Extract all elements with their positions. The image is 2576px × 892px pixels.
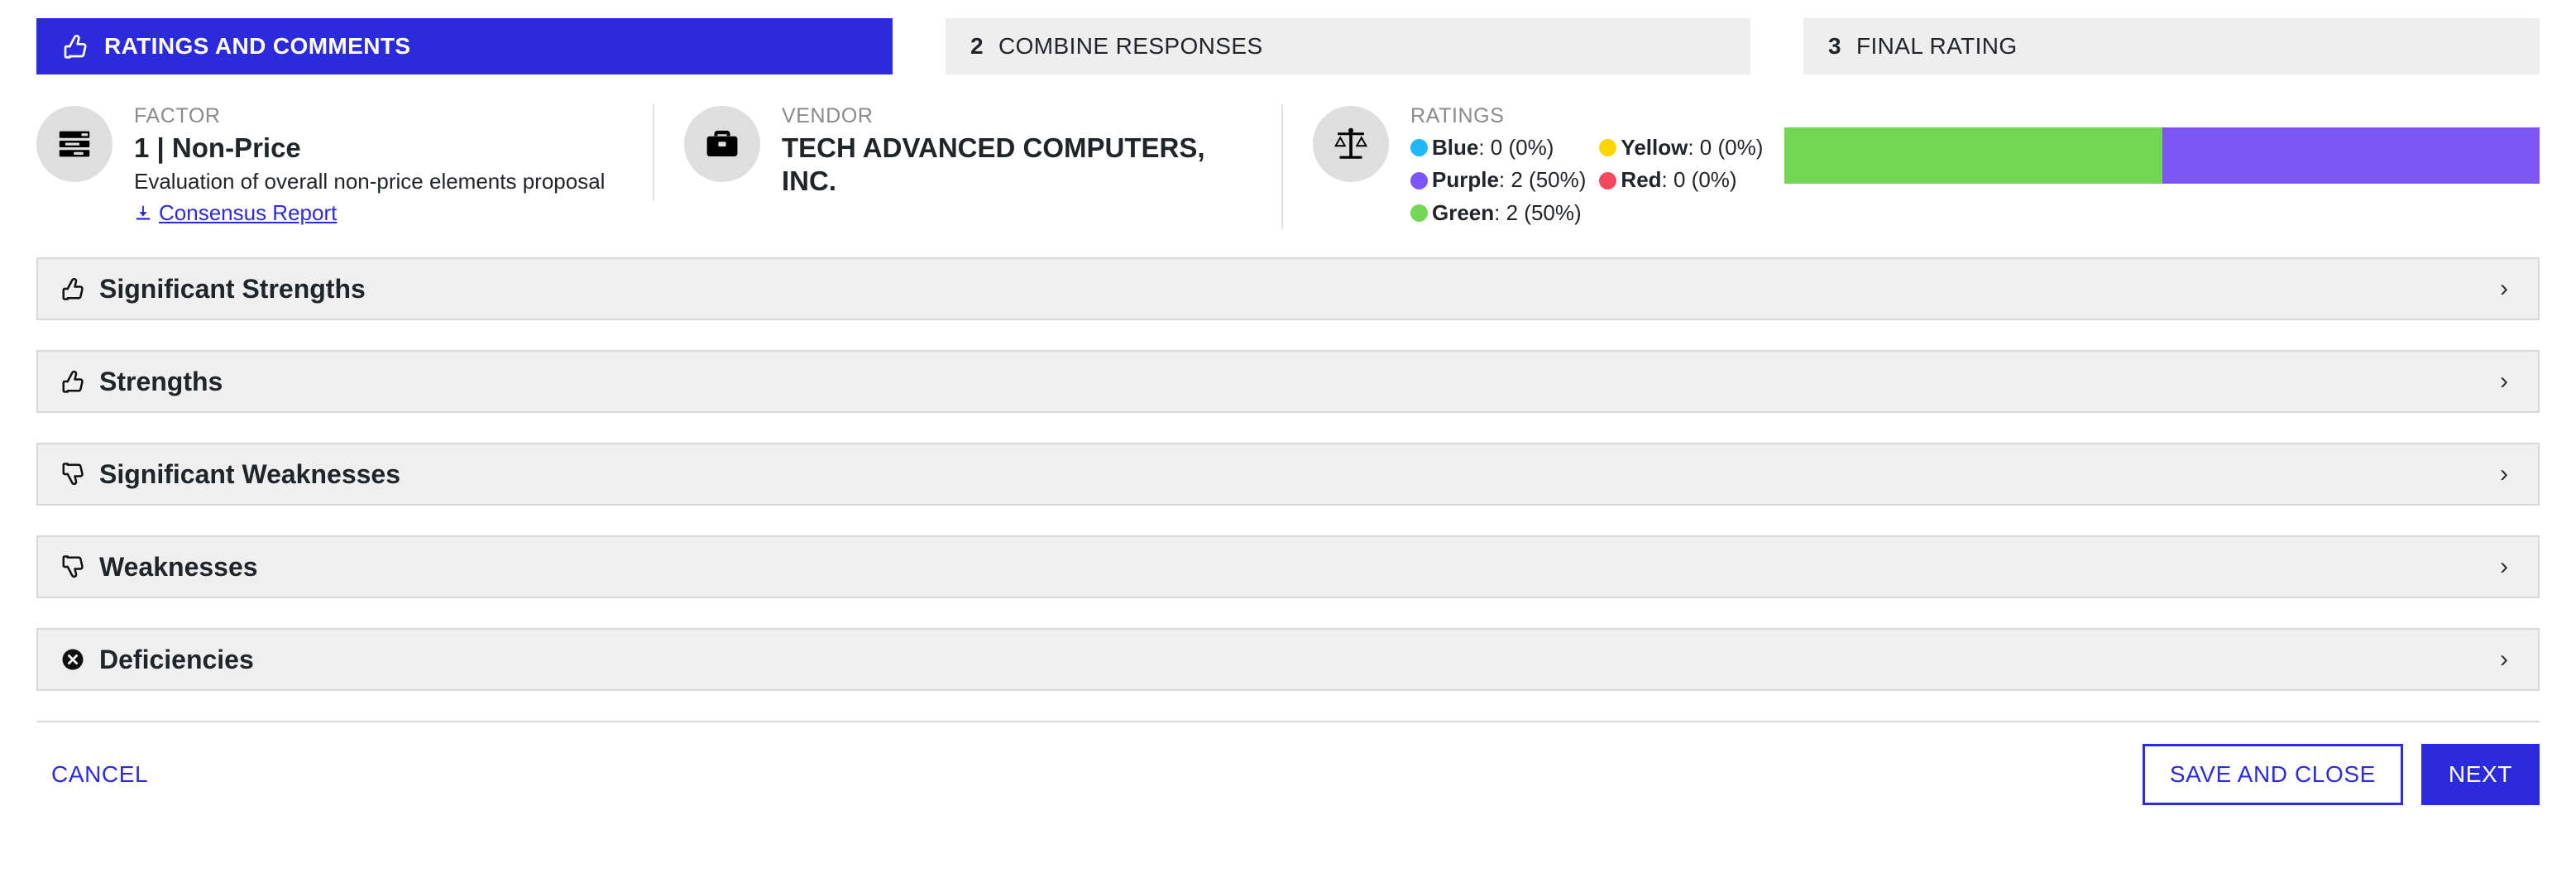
factor-block: FACTOR 1 | Non-Price Evaluation of overa…: [36, 104, 653, 226]
legend-item-green: Green: 2 (50%): [1410, 197, 1586, 230]
legend-label: Purple: [1432, 167, 1499, 193]
tab-number: 3: [1828, 33, 1841, 59]
vendor-block: VENDOR TECH ADVANCED COMPUTERS, INC.: [653, 104, 1281, 202]
ratings-legend-column-2: Yellow: 0 (0%) Red: 0 (0%): [1599, 132, 1763, 230]
ratings-block: RATINGS Blue: 0 (0%) Purple: 2 (50%) Gre…: [1281, 104, 2540, 230]
footer-primary-actions: Save and Close Next: [2142, 744, 2540, 806]
accordion-label: Deficiencies: [99, 645, 254, 675]
legend-value: 2 (50%): [1506, 199, 1582, 225]
chevron-right-icon[interactable]: ›: [2492, 276, 2516, 301]
chevron-right-icon[interactable]: ›: [2492, 554, 2516, 579]
vendor-title: TECH ADVANCED COMPUTERS, INC.: [782, 132, 1205, 196]
accordion-label: Significant Strengths: [99, 274, 366, 305]
legend-dot-green: [1410, 204, 1428, 223]
legend-value: 0 (0%): [1490, 134, 1554, 160]
ratings-bar-holder: [1784, 127, 2540, 184]
ratings-kicker: RATINGS: [1410, 104, 1505, 127]
tab-label: Ratings and Comments: [104, 33, 411, 59]
ratings-legend-column-1: Blue: 0 (0%) Purple: 2 (50%) Green: 2 (5…: [1410, 132, 1586, 230]
list-rows-icon: [36, 106, 113, 182]
tab-final-rating[interactable]: 3 Final Rating: [1803, 18, 2540, 74]
briefcase-icon: [684, 106, 760, 182]
accordion-row-significant-strengths[interactable]: Significant Strengths ›: [36, 257, 2540, 321]
accordion-label: Strengths: [99, 367, 223, 397]
accordion-row-header: Significant Strengths: [60, 276, 366, 302]
evaluation-sections: Significant Strengths › Strengths › Sign…: [0, 247, 2576, 692]
tab-ratings-and-comments[interactable]: Ratings and Comments: [36, 18, 893, 74]
vendor-kicker: VENDOR: [782, 104, 874, 127]
legend-item-blue: Blue: 0 (0%): [1410, 132, 1586, 165]
tab-number: 2: [970, 33, 984, 59]
accordion-row-header: Deficiencies: [60, 646, 254, 673]
chevron-right-icon[interactable]: ›: [2492, 462, 2516, 487]
footer-actions: Cancel Save and Close Next: [0, 722, 2576, 806]
chevron-right-icon[interactable]: ›: [2492, 369, 2516, 394]
accordion-label: Significant Weaknesses: [99, 459, 400, 490]
wizard-stepper: Ratings and Comments 2 Combine Responses…: [0, 0, 2576, 74]
consensus-report-label: Consensus Report: [159, 199, 338, 225]
accordion-label: Weaknesses: [99, 552, 258, 583]
save-and-close-button[interactable]: Save and Close: [2142, 744, 2403, 806]
ratings-distribution-bar: [1784, 127, 2540, 184]
legend-value: 0 (0%): [1699, 134, 1764, 160]
tab-combine-responses[interactable]: 2 Combine Responses: [946, 18, 1750, 74]
consensus-report-link[interactable]: Consensus Report: [134, 200, 337, 226]
factor-title: 1 | Non-Price: [134, 132, 301, 163]
legend-item-red: Red: 0 (0%): [1599, 164, 1763, 197]
legend-value: 0 (0%): [1673, 167, 1737, 193]
thumbs-down-icon: [60, 554, 86, 580]
cancel-button[interactable]: Cancel: [36, 750, 163, 799]
legend-value: 2 (50%): [1511, 167, 1587, 193]
summary-header: FACTOR 1 | Non-Price Evaluation of overa…: [0, 74, 2576, 247]
factor-kicker: FACTOR: [134, 104, 221, 127]
tab-label: Combine Responses: [998, 33, 1263, 59]
legend-label: Green: [1432, 199, 1495, 225]
accordion-row-header: Weaknesses: [60, 554, 258, 580]
legend-label: Blue: [1432, 134, 1479, 160]
ratings-bar-segment-purple: [2162, 127, 2540, 184]
legend-dot-yellow: [1599, 139, 1617, 156]
ratings-bar-segment-green: [1784, 127, 2162, 184]
scales-icon: [1313, 106, 1389, 182]
legend-dot-red: [1599, 171, 1617, 189]
legend-label: Red: [1621, 167, 1662, 193]
thumbs-up-icon: [61, 32, 89, 60]
accordion-row-weaknesses[interactable]: Weaknesses ›: [36, 535, 2540, 599]
accordion-row-significant-weaknesses[interactable]: Significant Weaknesses ›: [36, 443, 2540, 506]
factor-description: Evaluation of overall non-price elements…: [134, 169, 606, 194]
thumbs-down-icon: [60, 461, 86, 487]
tab-label: Final Rating: [1855, 33, 2018, 59]
legend-label: Yellow: [1621, 134, 1688, 160]
legend-dot-purple: [1410, 171, 1428, 189]
next-button[interactable]: Next: [2420, 744, 2540, 806]
accordion-row-deficiencies[interactable]: Deficiencies ›: [36, 628, 2540, 692]
legend-dot-blue: [1410, 139, 1428, 156]
chevron-right-icon[interactable]: ›: [2492, 647, 2516, 672]
thumbs-up-icon: [60, 276, 86, 302]
download-icon: [134, 204, 152, 222]
legend-item-purple: Purple: 2 (50%): [1410, 164, 1586, 197]
ratings-legend: Blue: 0 (0%) Purple: 2 (50%) Green: 2 (5…: [1410, 132, 1763, 230]
accordion-row-header: Significant Weaknesses: [60, 461, 400, 487]
circle-x-icon: [60, 646, 86, 673]
thumbs-up-icon: [60, 368, 86, 395]
legend-item-yellow: Yellow: 0 (0%): [1599, 132, 1763, 165]
accordion-row-strengths[interactable]: Strengths ›: [36, 350, 2540, 414]
accordion-row-header: Strengths: [60, 368, 223, 395]
